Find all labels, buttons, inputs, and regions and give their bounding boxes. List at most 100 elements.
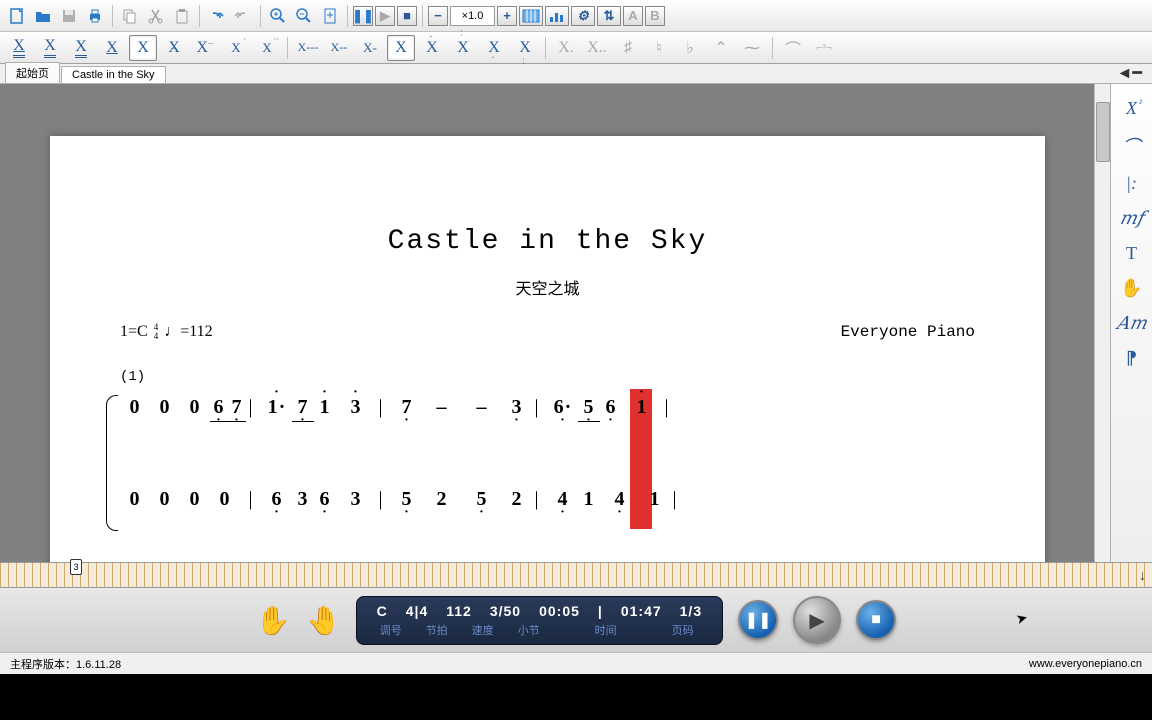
new-file-button[interactable] xyxy=(5,4,29,28)
mode-a-button[interactable]: A xyxy=(623,6,643,26)
separator xyxy=(199,5,200,27)
redo-button[interactable] xyxy=(231,4,255,28)
note-dur-4[interactable]: X xyxy=(98,35,126,61)
tab-start-page[interactable]: 起始页 xyxy=(5,62,60,83)
print-button[interactable] xyxy=(83,4,107,28)
sheet-meta: 1=C 44 ♩=112 Everyone Piano xyxy=(120,323,975,341)
zoom-out-button[interactable] xyxy=(292,4,316,28)
note-dur-5[interactable]: X xyxy=(129,35,157,61)
mode-b-button[interactable]: B xyxy=(645,6,665,26)
bass-staff[interactable]: 0000| 6363| 5252| 4141| xyxy=(120,485,975,517)
separator xyxy=(422,5,423,27)
repeat-button[interactable]: ⌐³¬ xyxy=(810,35,838,61)
zoom-minus-button[interactable]: − xyxy=(428,6,448,26)
copy-button[interactable] xyxy=(118,4,142,28)
right-hand-button[interactable]: ✋ xyxy=(306,604,341,637)
sheet-viewport: Castle in the Sky 天空之城 1=C 44 ♩=112 Ever… xyxy=(0,84,1110,562)
flat-button[interactable]: ♭ xyxy=(676,35,704,61)
version-text: 主程序版本：1.6.11.28 xyxy=(10,656,121,672)
zoom-value-input[interactable]: ×1.0 xyxy=(450,6,495,26)
rp-text-button[interactable]: T xyxy=(1126,243,1137,264)
website-link[interactable]: www.everyonepiano.cn xyxy=(1029,658,1142,670)
tie-short-button[interactable]: ⁓ xyxy=(738,35,766,61)
sharp-button[interactable]: ♯ xyxy=(614,35,642,61)
separator xyxy=(772,37,773,59)
rp-fingering-button[interactable]: ✋ xyxy=(1120,278,1142,299)
rp-slur-button[interactable]: ⌒ xyxy=(1123,133,1141,159)
fit-page-button[interactable] xyxy=(318,4,342,28)
separator xyxy=(287,37,288,59)
info-total: 01:47 xyxy=(621,603,662,619)
separator xyxy=(260,5,261,27)
note-oct-down-1[interactable]: X· xyxy=(480,35,508,61)
mixer-button[interactable] xyxy=(545,6,569,26)
accent-button[interactable]: ⌃ xyxy=(707,35,735,61)
sheet-title: Castle in the Sky xyxy=(120,226,975,257)
player-bar: ✋ ✋ C 4|4 112 3/50 00:05 | 01:47 1/3 调号 … xyxy=(0,588,1152,652)
keyboard-view-button[interactable] xyxy=(519,6,543,26)
info-divider: | xyxy=(598,603,603,619)
bottom-black-bar xyxy=(0,674,1152,720)
scroll-thumb[interactable] xyxy=(1096,102,1110,162)
separator xyxy=(347,5,348,27)
sheet-subtitle: 天空之城 xyxy=(120,275,975,299)
ruler-down-arrow[interactable]: ↓ xyxy=(1139,567,1146,583)
rp-note-button[interactable]: X♪ xyxy=(1126,98,1137,119)
note-dur-7[interactable]: X‾‾ xyxy=(191,35,219,61)
note-oct-up-1[interactable]: X· xyxy=(418,35,446,61)
slur-button[interactable]: ⌒ xyxy=(779,35,807,61)
measure-ruler[interactable]: 3 ↓ xyxy=(0,562,1152,588)
note-oct-down-2[interactable]: X·· xyxy=(511,35,539,61)
zoom-in-button[interactable] xyxy=(266,4,290,28)
swap-button[interactable]: ⇅ xyxy=(597,6,621,26)
note-base[interactable]: X xyxy=(387,35,415,61)
pause-playback-button[interactable]: ❚❚ xyxy=(353,6,373,26)
info-measure: 3/50 xyxy=(490,603,521,619)
paste-button[interactable] xyxy=(170,4,194,28)
settings-button[interactable]: ⚙ xyxy=(571,6,595,26)
rp-repeat-button[interactable]: |: xyxy=(1126,173,1137,194)
vertical-scrollbar[interactable] xyxy=(1094,84,1110,562)
note-long-1[interactable]: X- xyxy=(356,35,384,61)
rp-chord-button[interactable]: 𝐴𝑚 xyxy=(1116,313,1146,334)
note-long-2[interactable]: X-- xyxy=(325,35,353,61)
note-oct-up-2[interactable]: X·· xyxy=(449,35,477,61)
right-tool-panel: X♪ ⌒ |: 𝑚𝑓 T ✋ 𝐴𝑚 ⁋ xyxy=(1110,84,1152,562)
save-button[interactable] xyxy=(57,4,81,28)
music-sheet[interactable]: Castle in the Sky 天空之城 1=C 44 ♩=112 Ever… xyxy=(50,136,1045,562)
note-dur-2[interactable]: X xyxy=(36,35,64,61)
open-file-button[interactable] xyxy=(31,4,55,28)
zoom-plus-button[interactable]: + xyxy=(497,6,517,26)
info-bpm: 112 xyxy=(446,603,472,619)
staff-system: 00067| 1·713| 7‒‒3| 6·561| 0000| 6363| 5… xyxy=(120,393,975,517)
status-bar: 主程序版本：1.6.11.28 www.everyonepiano.cn xyxy=(0,652,1152,674)
note-dur-1[interactable]: X xyxy=(5,35,33,61)
note-dot-after-1[interactable]: X. xyxy=(552,35,580,61)
undo-button[interactable] xyxy=(205,4,229,28)
note-dotted-1[interactable]: X· xyxy=(222,35,250,61)
info-key: C xyxy=(377,603,388,619)
stop-playback-button[interactable]: ■ xyxy=(397,6,417,26)
note-dur-3[interactable]: X xyxy=(67,35,95,61)
player-pause-button[interactable]: ❚❚ xyxy=(738,600,778,640)
note-dur-6[interactable]: X¯ xyxy=(160,35,188,61)
player-play-button[interactable]: ▶ xyxy=(793,596,841,644)
note-long-3[interactable]: X--- xyxy=(294,35,322,61)
tab-current-song[interactable]: Castle in the Sky xyxy=(61,66,166,83)
rp-dynamics-button[interactable]: 𝑚𝑓 xyxy=(1120,208,1144,229)
note-dot-after-2[interactable]: X.. xyxy=(583,35,611,61)
composer-credit: Everyone Piano xyxy=(841,323,975,341)
play-playback-button[interactable]: ▶ xyxy=(375,6,395,26)
collapse-arrow-button[interactable]: ◄━ xyxy=(1117,63,1142,83)
separator xyxy=(545,37,546,59)
natural-button[interactable]: ♮ xyxy=(645,35,673,61)
left-hand-button[interactable]: ✋ xyxy=(256,604,291,637)
ruler-marker[interactable]: 3 xyxy=(70,559,82,575)
note-dotted-2[interactable]: X·· xyxy=(253,35,281,61)
cut-button[interactable] xyxy=(144,4,168,28)
rp-paragraph-button[interactable]: ⁋ xyxy=(1126,348,1137,369)
treble-staff[interactable]: 00067| 1·713| 7‒‒3| 6·561| xyxy=(120,393,975,425)
player-stop-button[interactable]: ■ xyxy=(856,600,896,640)
info-elapsed: 00:05 xyxy=(539,603,580,619)
system-bracket xyxy=(106,395,118,531)
